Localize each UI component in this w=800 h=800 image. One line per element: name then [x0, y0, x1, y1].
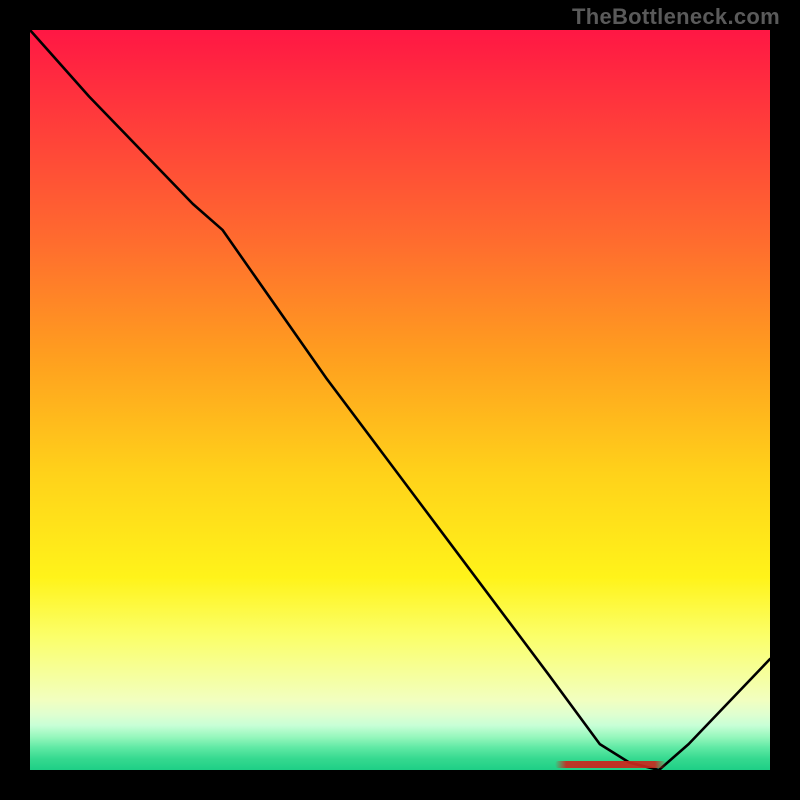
bottleneck-curve — [30, 30, 770, 770]
chart-plot-area — [30, 30, 770, 770]
watermark-text: TheBottleneck.com — [572, 4, 780, 30]
optimal-region-marker — [555, 761, 666, 768]
curve-path — [30, 30, 770, 770]
